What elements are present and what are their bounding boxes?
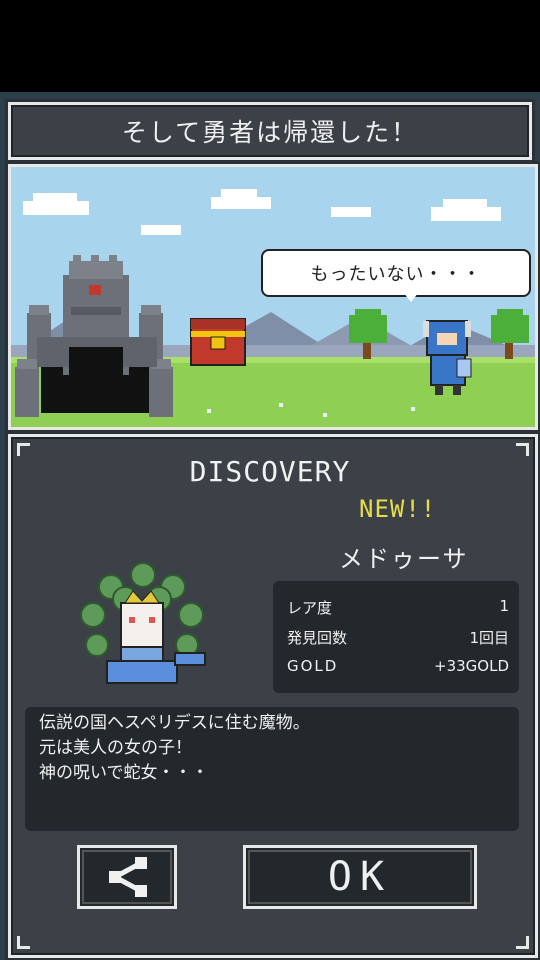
new-badge: NEW!! [359, 495, 437, 523]
speech-bubble: もったいない・・・ [261, 249, 531, 297]
discovery-heading: DISCOVERY [189, 455, 351, 488]
hero-knight-icon [423, 320, 472, 395]
stat-row-gold: GOLD +33GOLD [287, 657, 509, 675]
monster-name: メドゥーサ [339, 545, 469, 573]
discovery-panel: DISCOVERY NEW!! メドゥーサ レア度 1 発見回数 1回目 GOL… [8, 434, 538, 958]
description-line: 神の呪いで蛇女・・・ [39, 763, 209, 783]
share-button[interactable] [77, 845, 177, 909]
speech-text: もったいない・・・ [310, 264, 482, 285]
ok-button[interactable]: OK [243, 845, 477, 909]
description-box: 伝説の国ヘスペリデスに住む魔物。 元は美人の女の子！ 神の呪いで蛇女・・・ [25, 707, 519, 831]
stat-value: 1 [499, 597, 509, 615]
stat-label: 発見回数 [287, 629, 348, 647]
corner-decoration [516, 936, 529, 949]
stat-value: 1回目 [469, 629, 509, 647]
stats-box: レア度 1 発見回数 1回目 GOLD +33GOLD [273, 581, 519, 693]
treasure-chest-icon [190, 318, 246, 366]
description-line: 伝説の国ヘスペリデスに住む魔物。 [39, 713, 310, 733]
stat-row-count: 発見回数 1回目 [287, 627, 509, 648]
corner-decoration [17, 936, 30, 949]
scene-art [11, 167, 535, 427]
ok-label: OK [327, 854, 393, 900]
stat-label: GOLD [287, 657, 339, 675]
top-bar-spacer [0, 0, 540, 92]
result-title: そして勇者は帰還した！ [121, 118, 419, 147]
share-icon [109, 857, 147, 897]
result-title-bar: そして勇者は帰還した！ [8, 102, 532, 160]
speech-bubble-tail [403, 292, 419, 302]
medusa-icon [80, 562, 206, 684]
description-line: 元は美人の女の子！ [39, 738, 192, 758]
stat-value: +33GOLD [434, 657, 509, 675]
stat-row-rarity: レア度 1 [287, 597, 509, 618]
stat-label: レア度 [287, 599, 333, 617]
return-scene: もったいない・・・ [8, 164, 538, 430]
